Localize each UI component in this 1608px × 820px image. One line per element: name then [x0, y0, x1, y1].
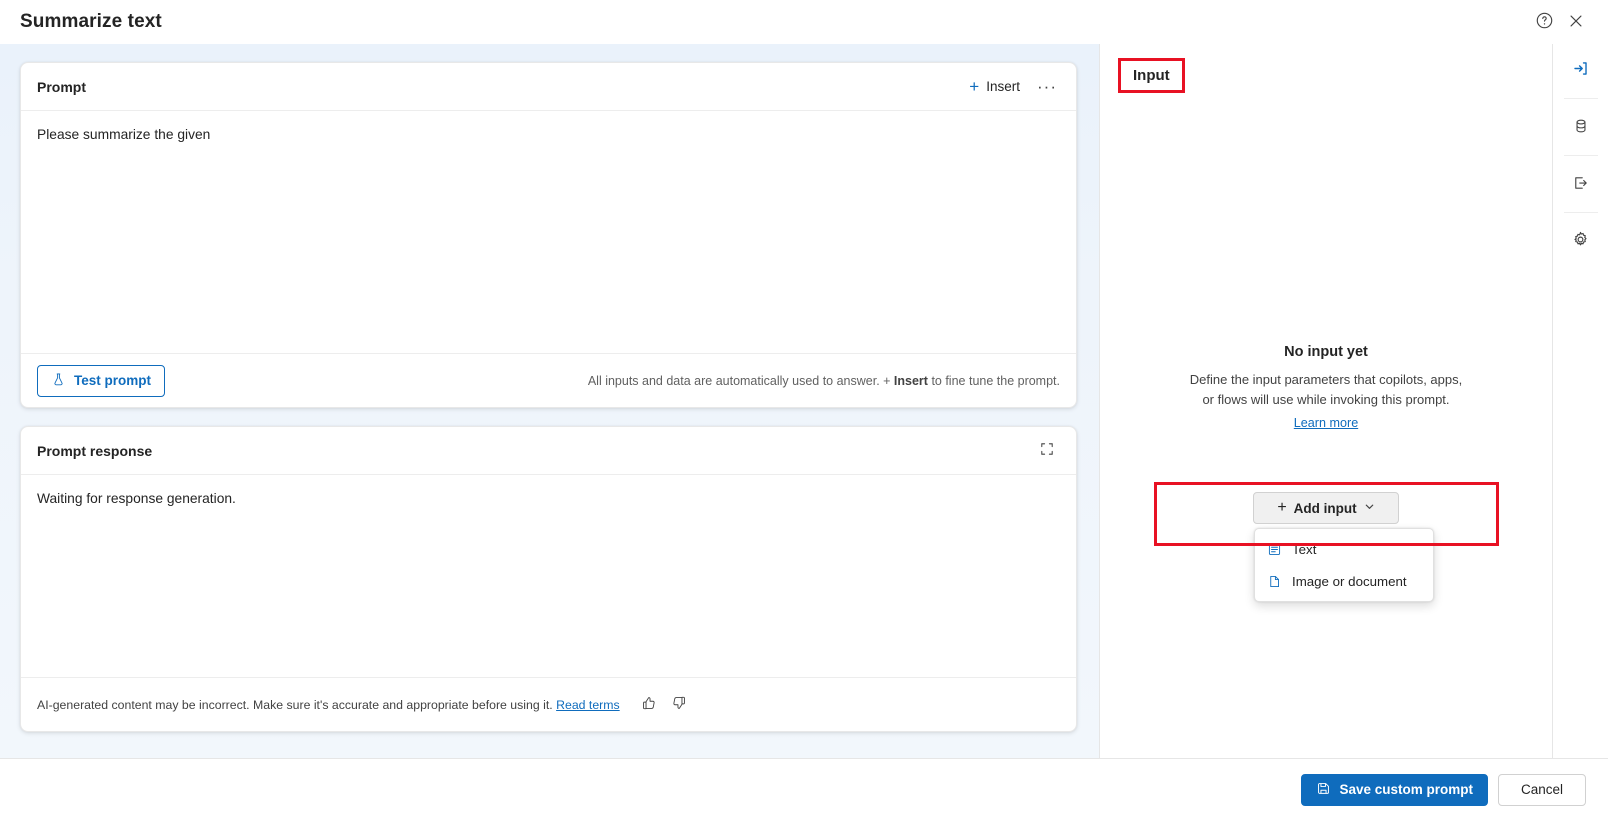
menu-item-image-or-document[interactable]: Image or document	[1255, 565, 1433, 597]
response-text-area: Waiting for response generation.	[37, 491, 236, 506]
test-prompt-label: Test prompt	[74, 373, 151, 388]
add-input-group: + Add input Text Image or document	[1154, 482, 1499, 602]
input-heading-wrapper: Input	[1118, 58, 1185, 93]
rail-separator	[1563, 155, 1598, 156]
close-button[interactable]	[1560, 6, 1592, 38]
rail-button-settings[interactable]	[1561, 221, 1601, 261]
flask-icon	[51, 372, 66, 390]
response-card-footer: AI-generated content may be incorrect. M…	[21, 677, 1076, 731]
document-icon	[1267, 574, 1282, 589]
rail-separator	[1563, 98, 1598, 99]
input-panel-heading: Input	[1118, 58, 1185, 93]
menu-item-text-label: Text	[1292, 541, 1317, 557]
thumbs-up-button[interactable]	[634, 690, 664, 720]
rail-button-input[interactable]	[1561, 50, 1601, 90]
help-button[interactable]	[1528, 6, 1560, 38]
prompt-editor-pane: Prompt + Insert ··· Please summarize the…	[0, 44, 1100, 758]
expand-response-button[interactable]	[1032, 436, 1062, 466]
thumbs-up-icon	[641, 695, 657, 714]
prompt-card-footer: Test prompt All inputs and data are auto…	[21, 353, 1076, 407]
learn-more-link[interactable]: Learn more	[1294, 416, 1358, 430]
plus-icon: +	[1277, 499, 1287, 516]
arrow-into-bracket-icon	[1571, 59, 1590, 81]
menu-item-image-label: Image or document	[1292, 573, 1407, 589]
ai-disclaimer: AI-generated content may be incorrect. M…	[37, 698, 620, 712]
rail-button-output[interactable]	[1561, 164, 1601, 204]
prompt-card: Prompt + Insert ··· Please summarize the…	[20, 62, 1077, 408]
prompt-response-card: Prompt response Waiting for response gen…	[20, 426, 1077, 732]
read-terms-link[interactable]: Read terms	[556, 698, 620, 712]
prompt-hint: All inputs and data are automatically us…	[588, 374, 1060, 388]
empty-state-title: No input yet	[1284, 344, 1368, 360]
ellipsis-icon: ···	[1037, 76, 1057, 96]
rail-separator	[1563, 212, 1598, 213]
input-panel-content: Input No input yet Define the input para…	[1100, 44, 1552, 758]
empty-state-description: Define the input parameters that copilot…	[1100, 370, 1552, 410]
gear-icon	[1571, 230, 1590, 252]
input-empty-state: No input yet Define the input parameters…	[1100, 344, 1552, 432]
prompt-hint-bold: Insert	[893, 373, 928, 388]
add-input-label: Add input	[1293, 500, 1357, 516]
insert-button[interactable]: + Insert	[961, 72, 1028, 102]
save-custom-prompt-button[interactable]: Save custom prompt	[1301, 773, 1488, 806]
empty-state-description-line2: or flows will use while invoking this pr…	[1202, 392, 1450, 408]
help-circle-icon	[1535, 11, 1554, 33]
dialog-body: Prompt + Insert ··· Please summarize the…	[0, 44, 1608, 758]
response-card-title: Prompt response	[37, 442, 153, 459]
prompt-card-title: Prompt	[37, 78, 86, 95]
insert-button-label: Insert	[986, 79, 1020, 94]
database-icon	[1572, 117, 1590, 138]
close-icon	[1567, 12, 1585, 33]
text-lines-icon	[1267, 542, 1282, 557]
prompt-card-header: Prompt + Insert ···	[21, 63, 1076, 111]
save-button-label: Save custom prompt	[1339, 782, 1473, 797]
dialog-titlebar: Summarize text	[0, 0, 1608, 44]
page-title: Summarize text	[20, 11, 162, 32]
right-icon-rail	[1552, 44, 1608, 758]
plus-icon: +	[969, 77, 980, 96]
dialog-summarize-text: Summarize text Prompt + Insert ··· Pleas…	[0, 0, 1608, 820]
save-disk-icon	[1316, 781, 1331, 799]
test-prompt-button[interactable]: Test prompt	[37, 364, 165, 397]
prompt-text-area[interactable]: Please summarize the given	[21, 111, 1076, 353]
prompt-hint-suffix: to fine tune the prompt.	[927, 373, 1060, 388]
more-options-button[interactable]: ···	[1032, 72, 1062, 102]
chevron-down-icon	[1364, 501, 1375, 515]
prompt-hint-prefix: All inputs and data are automatically us…	[587, 373, 894, 388]
menu-item-text[interactable]: Text	[1255, 533, 1433, 565]
dialog-footer: Save custom prompt Cancel	[0, 758, 1608, 820]
expand-icon	[1039, 441, 1055, 460]
add-input-button[interactable]: + Add input	[1253, 492, 1399, 524]
add-input-menu: Text Image or document	[1254, 528, 1434, 602]
thumbs-down-icon	[671, 695, 687, 714]
thumbs-down-button[interactable]	[664, 690, 694, 720]
cancel-button[interactable]: Cancel	[1497, 773, 1586, 806]
input-configuration-pane: Input No input yet Define the input para…	[1100, 44, 1608, 758]
empty-state-description-line1: Define the input parameters that copilot…	[1189, 372, 1463, 387]
response-card-header: Prompt response	[21, 427, 1076, 475]
ai-disclaimer-text: AI-generated content may be incorrect. M…	[37, 697, 557, 712]
arrow-out-of-bracket-icon	[1572, 174, 1590, 195]
rail-button-data[interactable]	[1561, 107, 1601, 147]
